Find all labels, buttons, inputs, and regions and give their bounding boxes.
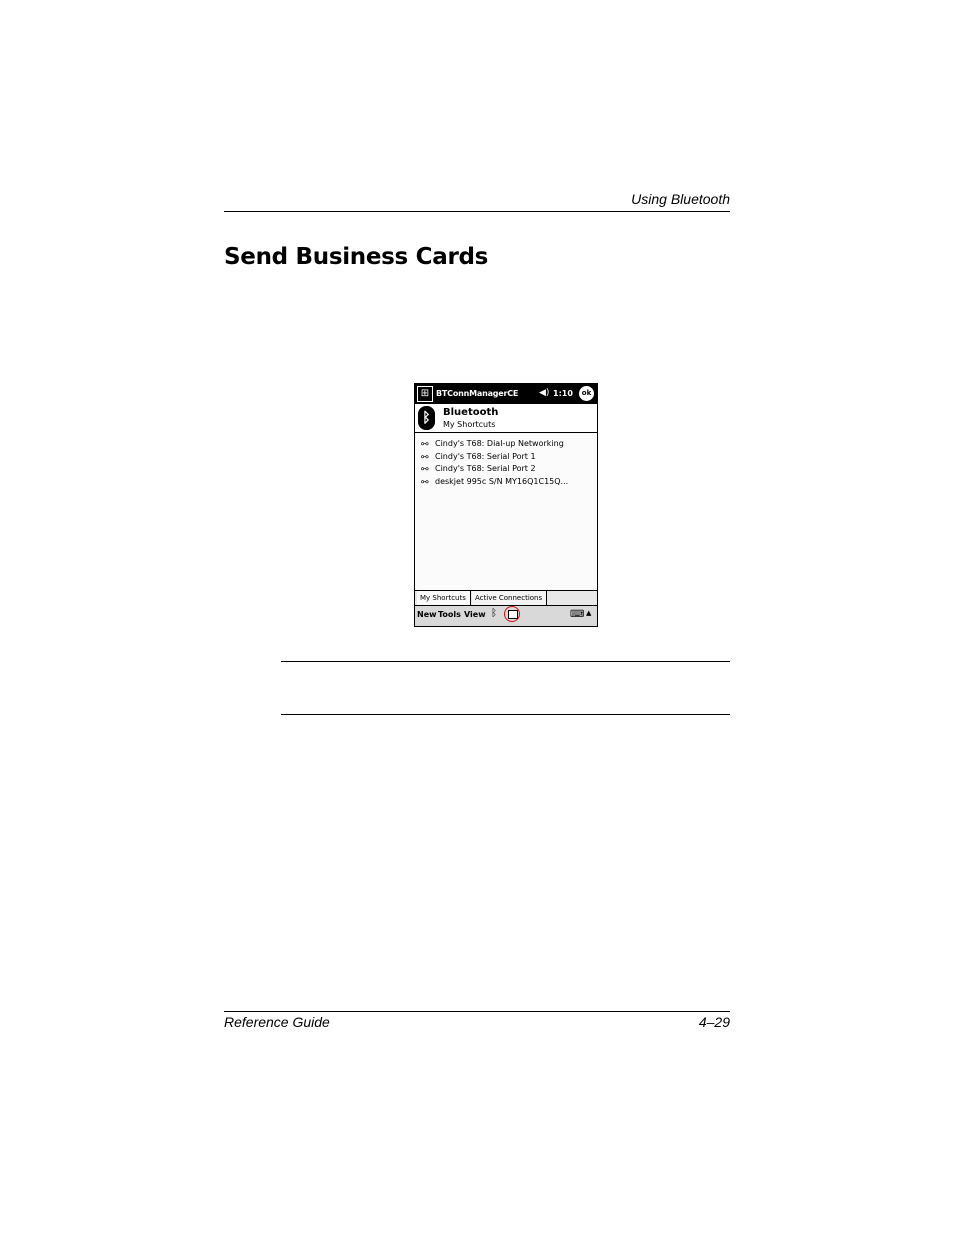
list-item[interactable]: ⚯ deskjet 995c S/N MY16Q1C15Q...	[421, 476, 568, 489]
shortcut-icon: ⚯	[421, 452, 429, 463]
shortcut-icon: ⚯	[421, 440, 429, 450]
running-head: Using Bluetooth	[631, 191, 730, 207]
bluetooth-icon[interactable]: ᛒ	[491, 608, 497, 619]
menu-bar: New Tools View ᛒ ⌨ ▲	[415, 605, 597, 626]
speaker-icon[interactable]: ◀)	[539, 388, 549, 398]
section-title: Send Business Cards	[224, 244, 489, 270]
menu-view[interactable]: View	[464, 610, 486, 619]
bluetooth-icon: ᛒ	[418, 406, 435, 430]
shortcut-label: Cindy's T68: Serial Port 1	[435, 451, 536, 461]
shortcut-icon: ⚯	[421, 478, 429, 489]
title-bar: ⊞ BTConnManagerCE ◀) 1:10 ok	[415, 384, 597, 404]
keyboard-icon[interactable]: ⌨	[570, 609, 584, 620]
clock[interactable]: 1:10	[553, 389, 573, 398]
list-item[interactable]: ⚯ Cindy's T68: Serial Port 2	[421, 463, 568, 476]
list-item[interactable]: ⚯ Cindy's T68: Dial-up Networking	[421, 438, 568, 451]
tab-active-connections[interactable]: Active Connections	[472, 591, 547, 605]
footer-rule	[224, 1011, 730, 1012]
shortcut-label: Cindy's T68: Dial-up Networking	[435, 439, 564, 448]
arrow-up-icon[interactable]: ▲	[586, 609, 591, 617]
ok-button[interactable]: ok	[579, 386, 594, 401]
shortcut-label: Cindy's T68: Serial Port 2	[435, 464, 536, 474]
tab-bar: My Shortcuts Active Connections	[415, 590, 597, 605]
list-item[interactable]: ⚯ Cindy's T68: Serial Port 1	[421, 451, 568, 464]
tab-my-shortcuts[interactable]: My Shortcuts	[417, 591, 471, 605]
page-number: 4–29	[698, 1014, 730, 1030]
app-title: BTConnManagerCE	[436, 389, 519, 398]
business-card-button[interactable]	[504, 606, 520, 622]
menu-new[interactable]: New	[417, 610, 437, 619]
windows-start-icon[interactable]: ⊞	[417, 386, 433, 402]
header-rule	[224, 211, 730, 212]
footer-title: Reference Guide	[224, 1014, 330, 1030]
menu-tools[interactable]: Tools	[438, 610, 461, 619]
shortcut-icon: ⚯	[421, 465, 429, 476]
app-header: ᛒ Bluetooth My Shortcuts	[415, 404, 597, 433]
app-subheading: My Shortcuts	[443, 420, 496, 429]
business-card-icon	[508, 610, 518, 619]
app-heading: Bluetooth	[443, 407, 499, 418]
shortcut-label: deskjet 995c S/N MY16Q1C15Q...	[435, 477, 569, 487]
note-rule-top	[281, 661, 730, 662]
device-screenshot: ⊞ BTConnManagerCE ◀) 1:10 ok ᛒ Bluetooth…	[414, 383, 598, 627]
note-rule-bottom	[281, 714, 730, 715]
shortcut-list: ⚯ Cindy's T68: Dial-up Networking ⚯ Cindy'…	[421, 438, 568, 489]
